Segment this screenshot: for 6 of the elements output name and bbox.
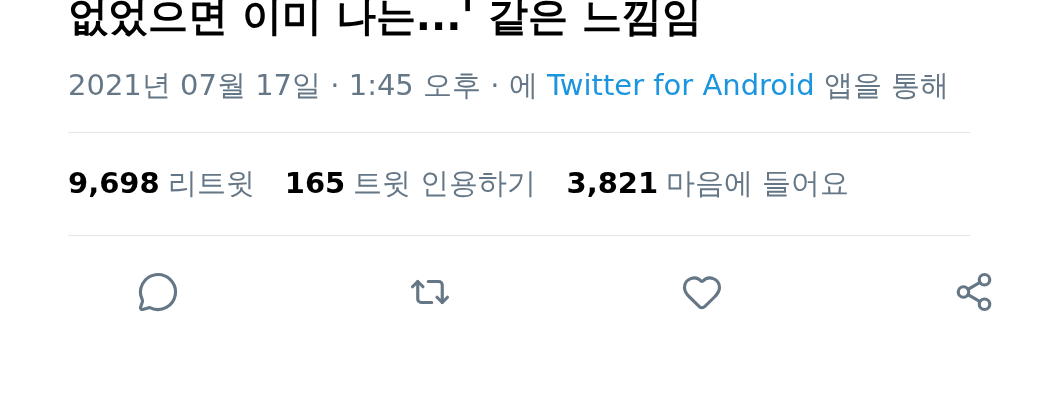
stat-link[interactable]: 9,698 리트윗 (68, 162, 255, 206)
tweet-metadata: 2021년 07월 17일 · 1:45 오후 · 에 Twitter for Android 앱을 통해 (68, 67, 950, 104)
stat-link[interactable]: 3,821 마음에 들어요 (566, 162, 850, 206)
tweet-text: 없었으면 이미 나는...' 같은 느낌임 (68, 0, 703, 41)
stat-link[interactable]: 165 트윗 인용하기 (284, 162, 537, 206)
reply-icon[interactable] (136, 270, 180, 314)
